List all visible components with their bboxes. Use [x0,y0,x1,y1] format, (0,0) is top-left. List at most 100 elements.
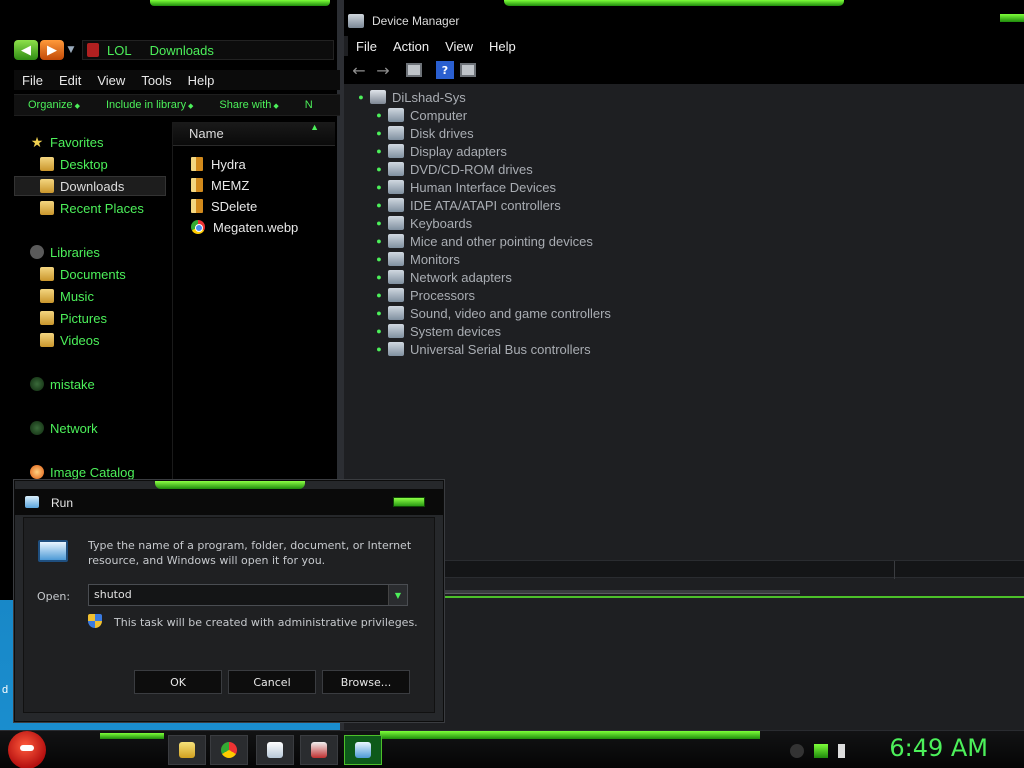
collapse-bullet-icon[interactable]: ● [352,92,370,102]
expand-bullet-icon[interactable]: ● [370,110,388,120]
taskbar-calculator[interactable] [300,735,338,765]
breadcrumb-lol[interactable]: LOL [107,43,132,58]
expand-bullet-icon[interactable]: ● [370,182,388,192]
tree-item[interactable]: ● Human Interface Devices [370,178,556,196]
system-device-icon [388,324,404,338]
downloads-icon [40,179,54,193]
open-dropdown-button[interactable]: ▼ [388,585,407,605]
expand-bullet-icon[interactable]: ● [370,290,388,300]
nav-image-catalog[interactable]: Image Catalog [30,462,135,482]
clock[interactable]: 6:49 AM [889,734,988,762]
breadcrumb-downloads[interactable]: Downloads [150,43,214,58]
expand-bullet-icon[interactable]: ● [370,308,388,318]
back-button[interactable]: ◀ [14,40,38,60]
close-button[interactable] [393,497,425,507]
expand-bullet-icon[interactable]: ● [370,218,388,228]
nav-pictures[interactable]: Pictures [40,308,107,328]
run-titlebar[interactable]: Run [15,489,443,515]
notepad-icon [267,742,283,758]
recent-pages-dropdown[interactable]: ▼ [66,40,76,60]
show-hide-console-tree-icon[interactable] [406,63,422,77]
window-controls-glow[interactable] [1000,14,1024,22]
dm-menu-file[interactable]: File [348,39,385,54]
tree-item[interactable]: ● Disk drives [370,124,473,142]
nav-mistake[interactable]: mistake [30,374,95,394]
expand-bullet-icon[interactable]: ● [370,254,388,264]
expand-bullet-icon[interactable]: ● [370,326,388,336]
chevron-icon[interactable] [790,744,804,758]
tree-item[interactable]: ● Mice and other pointing devices [370,232,593,250]
share-with-button[interactable]: Share with [205,99,290,111]
menu-edit[interactable]: Edit [51,73,89,88]
nav-favorites[interactable]: ★ Favorites [30,132,104,152]
taskbar-notepad[interactable] [256,735,294,765]
tree-item[interactable]: ● Keyboards [370,214,472,232]
tree-item[interactable]: ● Universal Serial Bus controllers [370,340,590,358]
dm-menu-help[interactable]: Help [481,39,524,54]
nav-music[interactable]: Music [40,286,94,306]
address-bar[interactable]: LOL Downloads [82,40,334,60]
expand-bullet-icon[interactable]: ● [370,344,388,354]
taskbar-run[interactable] [344,735,382,765]
file-item-memz[interactable]: MEMZ [191,175,249,195]
file-item-hydra[interactable]: Hydra [191,154,246,174]
menu-view[interactable]: View [89,73,133,88]
expand-bullet-icon[interactable]: ● [370,128,388,138]
menu-tools[interactable]: Tools [133,73,179,88]
expand-bullet-icon[interactable]: ● [370,164,388,174]
open-input[interactable]: shutod [88,584,408,606]
tree-root[interactable]: ● DiLshad-Sys [352,88,465,106]
admin-note: This task will be created with administr… [114,616,418,629]
forward-arrow-icon[interactable]: → [374,61,392,80]
forward-button[interactable]: ▶ [40,40,64,60]
expand-bullet-icon[interactable]: ● [370,236,388,246]
tree-item[interactable]: ● Network adapters [370,268,512,286]
nav-downloads[interactable]: Downloads [14,176,166,196]
expand-bullet-icon[interactable]: ● [370,272,388,282]
properties-icon[interactable] [460,63,476,77]
expand-bullet-icon[interactable]: ● [370,200,388,210]
nav-videos[interactable]: Videos [40,330,100,350]
device-manager-titlebar[interactable]: Device Manager [344,0,1024,36]
tree-item[interactable]: ● Sound, video and game controllers [370,304,611,322]
help-icon[interactable]: ? [436,61,454,79]
cancel-button[interactable]: Cancel [228,670,316,694]
ok-button[interactable]: OK [134,670,222,694]
volume-icon[interactable] [838,744,852,758]
browse-button[interactable]: Browse... [322,670,410,694]
dm-menu-view[interactable]: View [437,39,481,54]
nav-documents[interactable]: Documents [40,264,126,284]
tree-item[interactable]: ● Monitors [370,250,460,268]
column-header-name[interactable]: Name ▲ [173,122,335,146]
run-dialog: Run Type the name of a program, folder, … [14,480,444,722]
organize-button[interactable]: Organize [14,99,92,111]
tree-item[interactable]: ● Processors [370,286,475,304]
folder-icon [191,199,203,213]
nav-network[interactable]: Network [30,418,98,438]
tree-item[interactable]: ● Display adapters [370,142,507,160]
file-item-sdelete[interactable]: SDelete [191,196,257,216]
nav-desktop[interactable]: Desktop [40,154,108,174]
dm-menu-action[interactable]: Action [385,39,437,54]
start-button[interactable] [8,731,46,768]
tree-item[interactable]: ● System devices [370,322,501,340]
new-folder-button[interactable]: N [291,99,313,111]
include-in-library-button[interactable]: Include in library [92,99,205,111]
monitor-icon[interactable] [814,744,828,758]
nav-recent-places[interactable]: Recent Places [40,198,144,218]
file-item-megaten[interactable]: Megaten.webp [191,217,298,237]
taskbar-chrome[interactable] [210,735,248,765]
tree-item[interactable]: ● IDE ATA/ATAPI controllers [370,196,560,214]
tree-item[interactable]: ● DVD/CD-ROM drives [370,160,533,178]
tree-item[interactable]: ● Computer [370,106,467,124]
device-manager-icon [348,14,364,28]
menu-file[interactable]: File [14,73,51,88]
menu-help[interactable]: Help [180,73,223,88]
folder-location-icon [87,43,99,57]
taskbar-explorer[interactable] [168,735,206,765]
expand-bullet-icon[interactable]: ● [370,146,388,156]
column-divider[interactable] [894,561,895,579]
back-arrow-icon[interactable]: ← [350,61,368,80]
nav-libraries[interactable]: Libraries [30,242,100,262]
desktop-label-fragment[interactable]: d [2,684,8,696]
